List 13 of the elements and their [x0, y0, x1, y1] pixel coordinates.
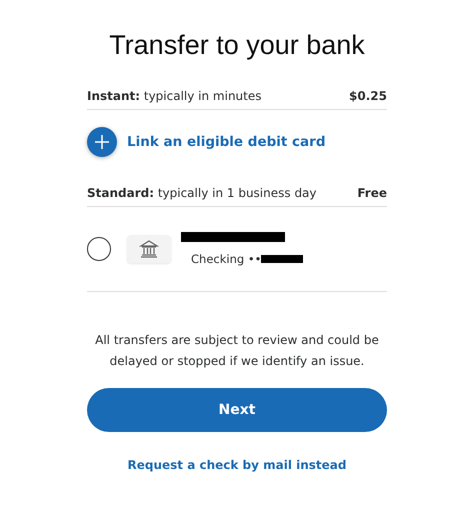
fee-label: $0.25	[349, 89, 387, 103]
account-type: Checking ••	[191, 252, 262, 266]
speed-label: Standard: typically in 1 business day	[87, 186, 317, 200]
speed-label: Instant: typically in minutes	[87, 89, 262, 103]
notice-text: All transfers are subject to review and could be delayed or stopped if we identify an issue.	[94, 332, 380, 370]
bank-icon	[139, 239, 159, 259]
page-title: Transfer to your bank	[108, 30, 366, 61]
fee-label: Free	[357, 186, 387, 200]
link-card-link[interactable]: Link an eligible debit card	[127, 134, 326, 150]
add-icon[interactable]	[87, 127, 117, 157]
radio-button[interactable]	[87, 237, 111, 261]
next-button[interactable]: Next	[87, 388, 387, 432]
mail-check-link[interactable]: Request a check by mail instead	[87, 458, 387, 472]
